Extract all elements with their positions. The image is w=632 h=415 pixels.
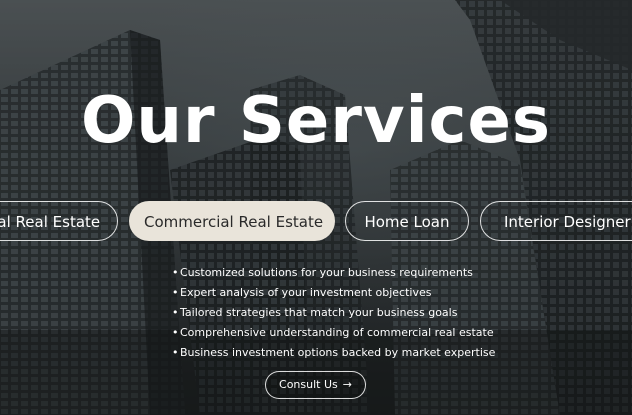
- bullet-icon: •: [172, 306, 179, 319]
- list-item: • Business investment options backed by m…: [172, 343, 495, 363]
- services-section: Our Services cial Real Estate Commercial…: [0, 0, 632, 415]
- bullet-icon: •: [172, 346, 179, 359]
- bullet-icon: •: [172, 326, 179, 339]
- bullet-icon: •: [172, 286, 179, 299]
- service-features-list: • Customized solutions for your business …: [172, 263, 495, 363]
- service-tabs: cial Real Estate Commercial Real Estate …: [0, 201, 632, 243]
- tab-interior-designer[interactable]: Interior Designer: [480, 201, 632, 241]
- bullet-icon: •: [172, 266, 179, 279]
- list-item: • Tailored strategies that match your bus…: [172, 303, 495, 323]
- list-item: • Expert analysis of your investment obje…: [172, 283, 495, 303]
- consult-us-label: Consult Us: [279, 378, 338, 391]
- tab-commercial-real-estate[interactable]: Commercial Real Estate: [129, 201, 335, 241]
- consult-us-button[interactable]: Consult Us →: [265, 371, 366, 399]
- tab-residential-real-estate[interactable]: cial Real Estate: [0, 201, 118, 241]
- list-item: • Comprehensive understanding of commerci…: [172, 323, 495, 343]
- arrow-right-icon: →: [342, 378, 352, 391]
- tab-home-loan[interactable]: Home Loan: [345, 201, 469, 241]
- page-title: Our Services: [81, 84, 551, 158]
- list-item: • Customized solutions for your business …: [172, 263, 495, 283]
